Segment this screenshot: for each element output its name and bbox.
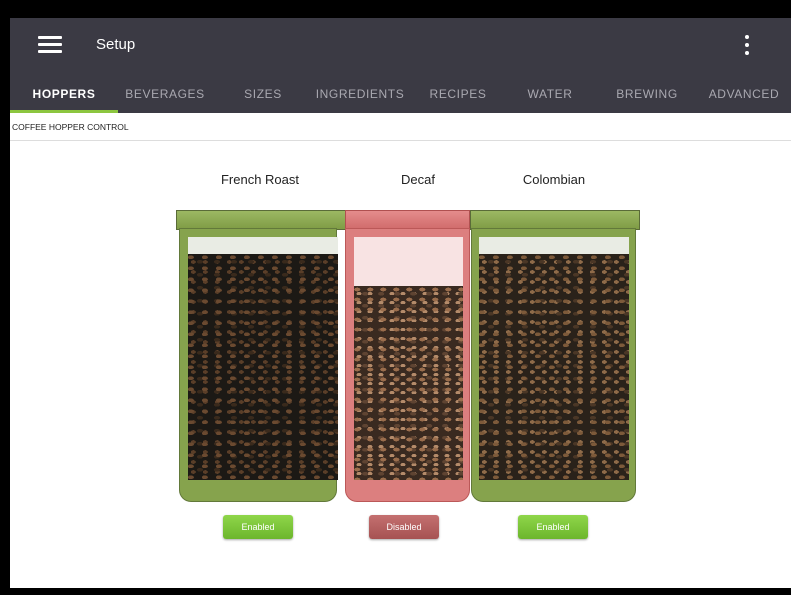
- tab-ingredients[interactable]: INGREDIENTS: [310, 80, 410, 113]
- tab-water[interactable]: WATER: [506, 80, 594, 113]
- bean-level: [354, 285, 463, 480]
- tab-sizes[interactable]: SIZES: [222, 80, 304, 113]
- app-screen: Setup HOPPERS BEVERAGES SIZES INGREDIENT…: [10, 18, 791, 588]
- tab-recipes[interactable]: RECIPES: [418, 80, 498, 113]
- section-title: COFFEE HOPPER CONTROL: [12, 122, 129, 132]
- more-options-icon[interactable]: [737, 32, 757, 58]
- tab-bar: HOPPERS BEVERAGES SIZES INGREDIENTS RECI…: [10, 80, 791, 113]
- hopper-window: [188, 237, 338, 480]
- top-app-bar: Setup HOPPERS BEVERAGES SIZES INGREDIENT…: [10, 18, 791, 113]
- bean-level: [188, 254, 338, 480]
- app-title: Setup: [96, 36, 136, 53]
- hopper-status-button-colombian[interactable]: Enabled: [518, 515, 588, 539]
- hopper-name-colombian: Colombian: [522, 172, 586, 187]
- bean-level: [479, 254, 629, 480]
- hopper-lid: [176, 210, 346, 230]
- tab-brewing[interactable]: BREWING: [600, 80, 694, 113]
- hamburger-menu-icon[interactable]: [34, 32, 66, 58]
- hopper-lid: [470, 210, 640, 230]
- hopper-lid: [345, 210, 470, 230]
- section-header: COFFEE HOPPER CONTROL: [10, 113, 791, 141]
- hopper-name-decaf: Decaf: [401, 172, 435, 187]
- hopper-window: [479, 237, 629, 480]
- hopper-status-button-french-roast[interactable]: Enabled: [223, 515, 293, 539]
- tab-hoppers[interactable]: HOPPERS: [10, 80, 118, 113]
- tab-advanced[interactable]: ADVANCED: [700, 80, 788, 113]
- hopper-window: [354, 237, 463, 480]
- hopper-status-button-decaf[interactable]: Disabled: [369, 515, 439, 539]
- hopper-name-french-roast: French Roast: [220, 172, 300, 187]
- tab-beverages[interactable]: BEVERAGES: [118, 80, 212, 113]
